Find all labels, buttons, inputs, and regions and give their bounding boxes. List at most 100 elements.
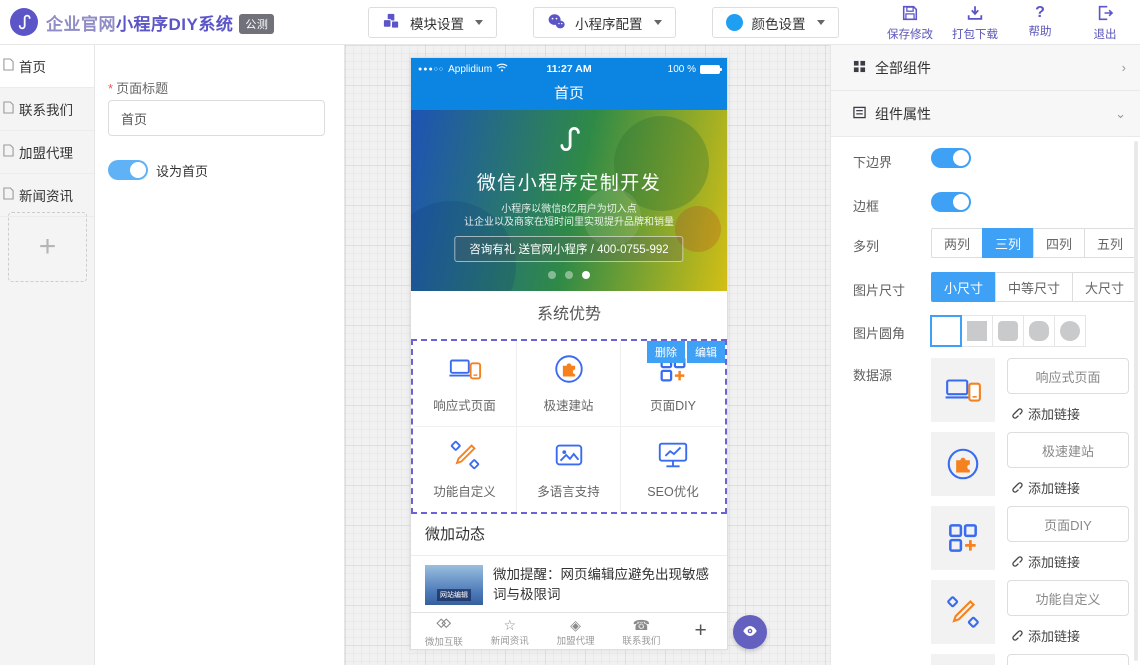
toggle-knob [130,162,146,178]
page-title-input[interactable] [108,100,325,136]
news-list-item[interactable]: 网站编辑 微加提醒：网页编辑应避免出现敏感词与极限词 [411,556,727,605]
columns-option-5[interactable]: 五列 [1084,228,1136,258]
cubes-icon [382,12,401,34]
chevron-down-icon [817,20,825,25]
link-icon [1009,405,1023,422]
component-props-row[interactable]: 组件属性 ⌄ [831,91,1140,137]
module-settings-dropdown[interactable]: 模块设置 [368,7,497,38]
feature-language[interactable]: 多语言支持 [517,427,621,513]
carousel-dots [411,271,727,279]
carousel-dot-active[interactable] [582,271,590,279]
sidebar-item-news[interactable]: 新闻资讯 [0,174,94,217]
carousel-dot[interactable] [548,271,556,279]
radius-medium[interactable] [1023,315,1055,347]
page-doc-icon [3,58,14,74]
battery-icon [700,65,720,74]
chevron-right-icon: › [1122,60,1126,75]
feature-custom[interactable]: 功能自定义 [413,427,517,513]
columns-option-2[interactable]: 两列 [931,228,983,258]
fast-build-icon[interactable] [931,432,995,496]
banner-cta-pill[interactable]: 咨询有礼 送官网小程序 / 400-0755-992 [454,236,683,262]
carousel-dot[interactable] [565,271,573,279]
inspector-scrollbar[interactable] [1134,141,1138,661]
page-title: 企业官网小程序DIY系统公测 [46,10,274,35]
tag-diamond-icon: ◈ [570,618,581,633]
page-doc-icon [3,144,14,160]
add-link-button[interactable]: 添加链接 [1009,404,1080,423]
responsive-page-icon [448,352,482,389]
radius-square[interactable] [961,315,993,347]
tab-news[interactable]: ☆ 新闻资讯 [477,616,543,647]
miniprogram-config-dropdown[interactable]: 小程序配置 [533,7,676,38]
banner-logo-icon [411,124,727,157]
edit-component-button[interactable]: 编辑 [687,341,725,363]
preview-button[interactable] [733,615,767,649]
img-radius-options [931,315,1086,347]
datasource-title-input[interactable] [1007,654,1129,665]
border-label: 边框 [853,196,879,215]
sidebar-item-agency[interactable]: 加盟代理 [0,131,94,174]
datasource-title-input[interactable] [1007,432,1129,468]
app-logo-icon [10,8,38,36]
radius-none-selected[interactable] [930,315,962,347]
tabbar-add-button[interactable]: + [674,619,727,643]
columns-segmented: 两列 三列 四列 五列 [931,228,1136,258]
feature-speed[interactable]: 极速建站 [517,341,621,427]
download-button[interactable]: 打包下载 [950,4,1000,42]
img-size-small-selected[interactable]: 小尺寸 [931,272,996,302]
multi-language-icon [552,438,586,475]
custom-function-icon[interactable] [931,580,995,644]
chevron-down-icon: ⌄ [1115,106,1126,122]
add-link-button[interactable]: 添加链接 [1009,552,1080,571]
img-size-medium[interactable]: 中等尺寸 [995,272,1073,302]
feature-seo[interactable]: SEO优化 [621,427,725,513]
pages-sidebar: 首页 联系我们 加盟代理 新闻资讯 + [0,45,95,665]
page-title-label: *页面标题 [108,78,168,97]
tab-weijia[interactable]: 微加互联 [411,614,477,648]
page-diy-icon[interactable] [931,506,995,570]
save-button[interactable]: 保存修改 [885,4,935,42]
delete-component-button[interactable]: 删除 [647,341,685,363]
selected-feature-component[interactable]: 删除 编辑 响应式页面 极速建站 [411,339,727,514]
sidebar-item-home[interactable]: 首页 [0,45,94,88]
feature-responsive[interactable]: 响应式页面 [413,341,517,427]
color-settings-dropdown[interactable]: 颜色设置 [712,7,839,38]
add-link-button[interactable]: 添加链接 [1009,478,1080,497]
tab-agency[interactable]: ◈ 加盟代理 [543,616,609,647]
datasource-item-responsive: 添加链接 [931,358,1131,422]
datasource-icon-tile[interactable] [931,654,995,665]
banner-component[interactable]: 微信小程序定制开发 小程序以微信8亿用户为切入点 让企业以及商家在短时间里实现提… [411,110,727,291]
link-icon [1009,553,1023,570]
bottom-border-toggle[interactable] [931,148,971,168]
radius-small[interactable] [992,315,1024,347]
set-home-toggle[interactable] [108,160,148,180]
phone-statusbar: ●●●○○ Applidium 11:27 AM 100 % [411,58,727,80]
datasource-title-input[interactable] [1007,580,1129,616]
datasource-label: 数据源 [853,365,892,384]
border-toggle[interactable] [931,192,971,212]
datasource-item-partial [931,654,1131,665]
img-radius-label: 图片圆角 [853,323,905,342]
responsive-page-icon[interactable] [931,358,995,422]
section-title-news: 微加动态 [411,514,727,556]
exit-button[interactable]: 退出 [1080,4,1130,42]
bottom-border-label: 下边界 [853,152,892,171]
datasource-title-input[interactable] [1007,506,1129,542]
img-size-large[interactable]: 大尺寸 [1072,272,1137,302]
all-components-row[interactable]: 全部组件 › [831,45,1140,91]
download-icon [966,4,984,25]
grid-icon [853,60,866,76]
columns-option-4[interactable]: 四列 [1033,228,1085,258]
help-button[interactable]: ? 帮助 [1015,4,1065,42]
set-home-row: 设为首页 [108,160,208,180]
tab-contact[interactable]: ☎ 联系我们 [608,616,674,647]
help-icon: ? [1035,4,1045,22]
columns-option-3-selected[interactable]: 三列 [982,228,1034,258]
link-icon [1009,479,1023,496]
datasource-title-input[interactable] [1007,358,1129,394]
add-link-button[interactable]: 添加链接 [1009,626,1080,645]
add-page-button[interactable]: + [8,212,87,282]
app-header: 企业官网小程序DIY系统公测 模块设置 [0,0,1140,45]
radius-circle[interactable] [1054,315,1086,347]
sidebar-item-contact[interactable]: 联系我们 [0,88,94,131]
